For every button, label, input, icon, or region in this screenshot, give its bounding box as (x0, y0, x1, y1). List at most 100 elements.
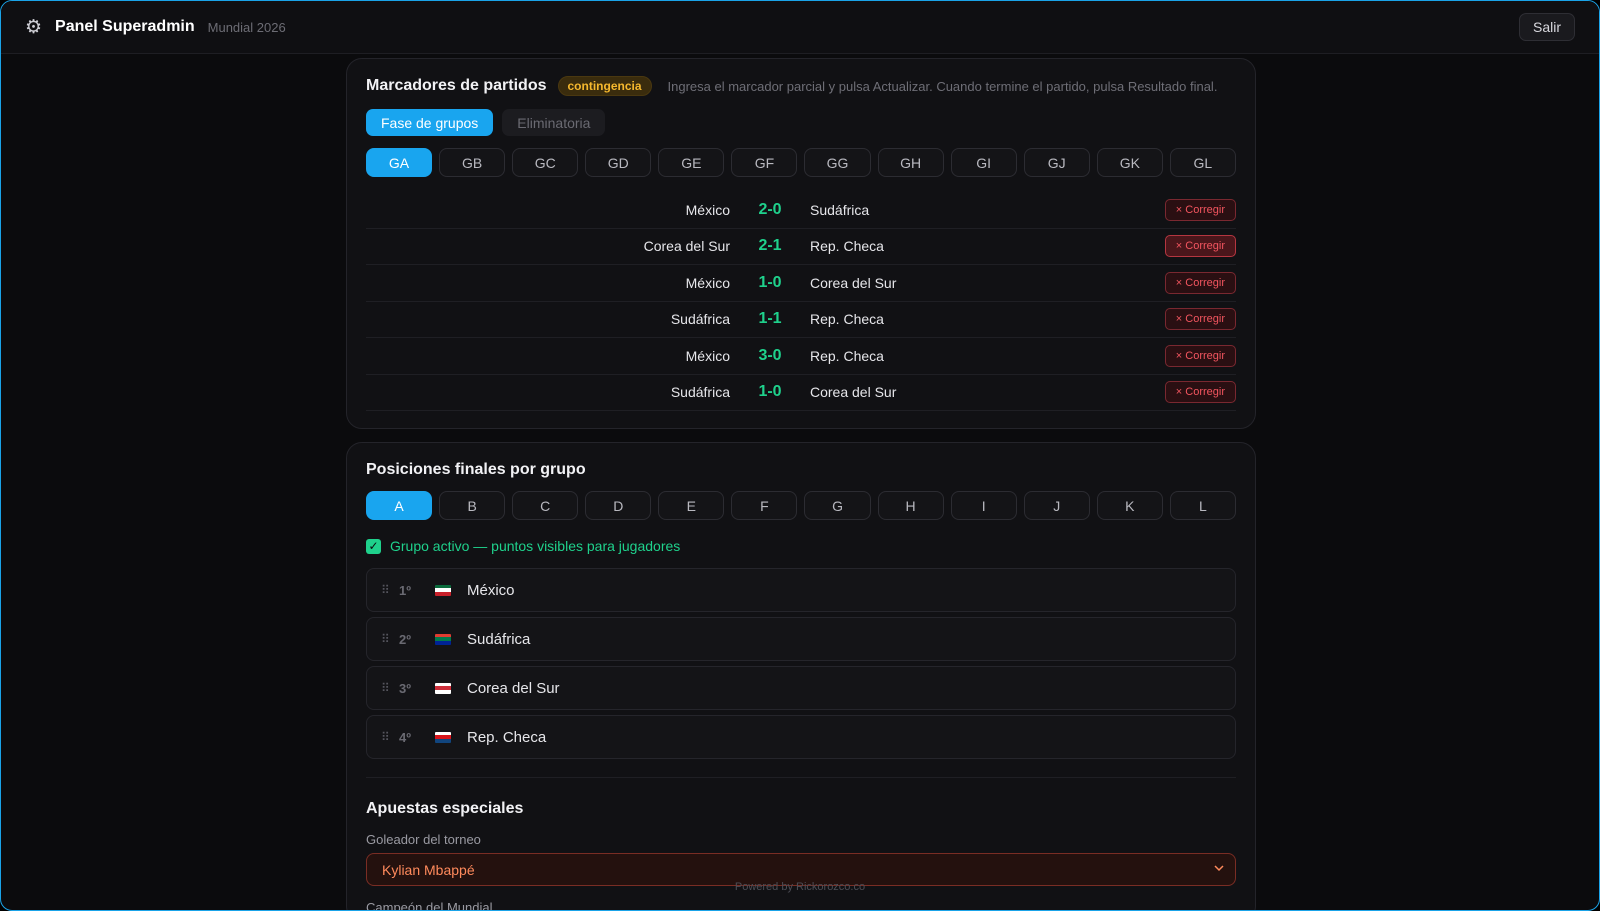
group-tab[interactable]: E (658, 491, 725, 520)
group-tab[interactable]: G (804, 491, 871, 520)
flag-icon (435, 731, 451, 743)
contingency-badge: contingencia (557, 76, 652, 96)
correct-button[interactable]: × Corregir (1164, 235, 1236, 258)
app-subtitle: Mundial 2026 (207, 19, 286, 35)
group-tab[interactable]: GA (366, 148, 433, 177)
match-list: México 2-0 Sudáfrica × Corregir Corea del Su… (366, 192, 1236, 411)
logout-button[interactable]: Salir (1518, 13, 1575, 41)
flag-stripe (435, 591, 451, 596)
scorer-value: Kylian Mbappé (382, 861, 475, 878)
match-score: 1-0 (758, 273, 782, 291)
flag-stripe (435, 738, 451, 743)
group-tab[interactable]: GC (512, 148, 579, 177)
positions-card: Posiciones finales por grupo ABCDEFGHIJK… (346, 442, 1256, 911)
phase-tabs: Fase de grupos Eliminatoria (366, 109, 1236, 136)
correct-button[interactable]: × Corregir (1164, 344, 1236, 367)
correct-button[interactable]: × Corregir (1164, 271, 1236, 294)
group-tab[interactable]: GJ (1023, 148, 1090, 177)
scores-hint: Ingresa el marcador parcial y pulsa Actu… (667, 78, 1218, 94)
divider (366, 777, 1236, 778)
scorer-label: Goleador del torneo (366, 832, 481, 847)
home-team: México (685, 201, 730, 218)
group-tab[interactable]: B (439, 491, 506, 520)
phase-tab[interactable]: Fase de grupos (366, 109, 494, 136)
away-team: Rep. Checa (810, 238, 884, 255)
flag-icon (435, 682, 451, 694)
group-tab[interactable]: GF (731, 148, 798, 177)
group-tab[interactable]: GB (439, 148, 506, 177)
match-row: México 1-0 Corea del Sur × Corregir (366, 265, 1236, 302)
away-team: Rep. Checa (810, 311, 884, 328)
group-tab[interactable]: C (512, 491, 579, 520)
group-tab[interactable]: D (585, 491, 652, 520)
group-tab[interactable]: GL (1169, 148, 1236, 177)
group-tab[interactable]: I (950, 491, 1017, 520)
group-tab[interactable]: L (1169, 491, 1236, 520)
match-score: 1-0 (758, 383, 782, 401)
standings-list: ⠿ 1º México ⠿ 2º Sudáfrica ⠿ 3º Corea del Sur ⠿ 4º… (366, 568, 1236, 759)
standing-row[interactable]: ⠿ 2º Sudáfrica (366, 617, 1236, 661)
correct-button[interactable]: × Corregir (1164, 198, 1236, 221)
scores-card: Marcadores de partidos contingencia Ingr… (346, 58, 1256, 429)
group-active-label: Grupo activo — puntos visibles para juga… (390, 538, 681, 554)
group-tab[interactable]: F (731, 491, 798, 520)
group-tab[interactable]: GG (804, 148, 871, 177)
home-team: México (685, 274, 730, 291)
drag-handle-icon[interactable]: ⠿ (381, 681, 399, 695)
app-window: ⚙ Panel Superadmin Mundial 2026 Salir Ma… (0, 0, 1600, 911)
standing-team: Rep. Checa (467, 728, 547, 746)
top-bar: ⚙ Panel Superadmin Mundial 2026 Salir (1, 1, 1599, 54)
drag-handle-icon[interactable]: ⠿ (381, 583, 399, 597)
standing-rank: 1º (399, 582, 411, 598)
group-tab[interactable]: H (877, 491, 944, 520)
correct-button[interactable]: × Corregir (1164, 381, 1236, 404)
group-tab[interactable]: GH (877, 148, 944, 177)
standing-rank: 2º (399, 631, 411, 647)
group-tab[interactable]: GE (658, 148, 725, 177)
match-score: 1-1 (758, 310, 782, 328)
away-team: Corea del Sur (810, 274, 897, 291)
home-team: Sudáfrica (670, 384, 730, 401)
drag-handle-icon[interactable]: ⠿ (381, 632, 399, 646)
phase-tab[interactable]: Eliminatoria (502, 109, 606, 136)
match-row: México 2-0 Sudáfrica × Corregir (366, 192, 1236, 229)
home-team: Corea del Sur (643, 238, 730, 255)
group-active-toggle[interactable]: ✓ Grupo activo — puntos visibles para ju… (366, 537, 1236, 555)
checkbox-checked-icon[interactable]: ✓ (366, 538, 381, 554)
score-group-tabs: GA GB GC GD GE GF GG GH GI GJ GK GL (366, 148, 1236, 177)
group-tab[interactable]: GK (1096, 148, 1163, 177)
standing-rank: 4º (399, 729, 411, 745)
scores-header: Marcadores de partidos contingencia Ingr… (366, 71, 1236, 101)
chevron-down-icon (1214, 865, 1224, 872)
group-tab[interactable]: J (1023, 491, 1090, 520)
standing-row[interactable]: ⠿ 3º Corea del Sur (366, 666, 1236, 710)
standing-rank: 3º (399, 680, 411, 696)
standing-row[interactable]: ⠿ 1º México (366, 568, 1236, 612)
group-tab[interactable]: GI (950, 148, 1017, 177)
home-team: Sudáfrica (670, 311, 730, 328)
match-row: México 3-0 Rep. Checa × Corregir (366, 338, 1236, 375)
flag-icon (435, 584, 451, 596)
match-score: 3-0 (758, 346, 782, 364)
champion-label: Campeón del Mundial (366, 900, 493, 911)
group-tab[interactable]: GD (585, 148, 652, 177)
match-row: Sudáfrica 1-1 Rep. Checa × Corregir (366, 302, 1236, 338)
app-title: Panel Superadmin (55, 18, 195, 35)
standing-team: Corea del Sur (467, 679, 560, 697)
flag-icon (435, 633, 451, 645)
away-team: Rep. Checa (810, 347, 884, 364)
away-team: Sudáfrica (810, 201, 870, 218)
match-score: 2-0 (758, 200, 782, 218)
correct-button[interactable]: × Corregir (1164, 308, 1236, 331)
group-tab[interactable]: K (1096, 491, 1163, 520)
special-title: Apuestas especiales (366, 800, 524, 817)
gear-icon: ⚙ (25, 16, 43, 38)
flag-stripe (435, 640, 451, 645)
match-score: 2-1 (758, 237, 782, 255)
group-tab[interactable]: A (366, 491, 433, 520)
positions-title: Posiciones finales por grupo (366, 461, 586, 478)
standing-team: México (467, 581, 515, 599)
flag-stripe (435, 689, 451, 694)
drag-handle-icon[interactable]: ⠿ (381, 730, 399, 744)
standing-row[interactable]: ⠿ 4º Rep. Checa (366, 715, 1236, 759)
